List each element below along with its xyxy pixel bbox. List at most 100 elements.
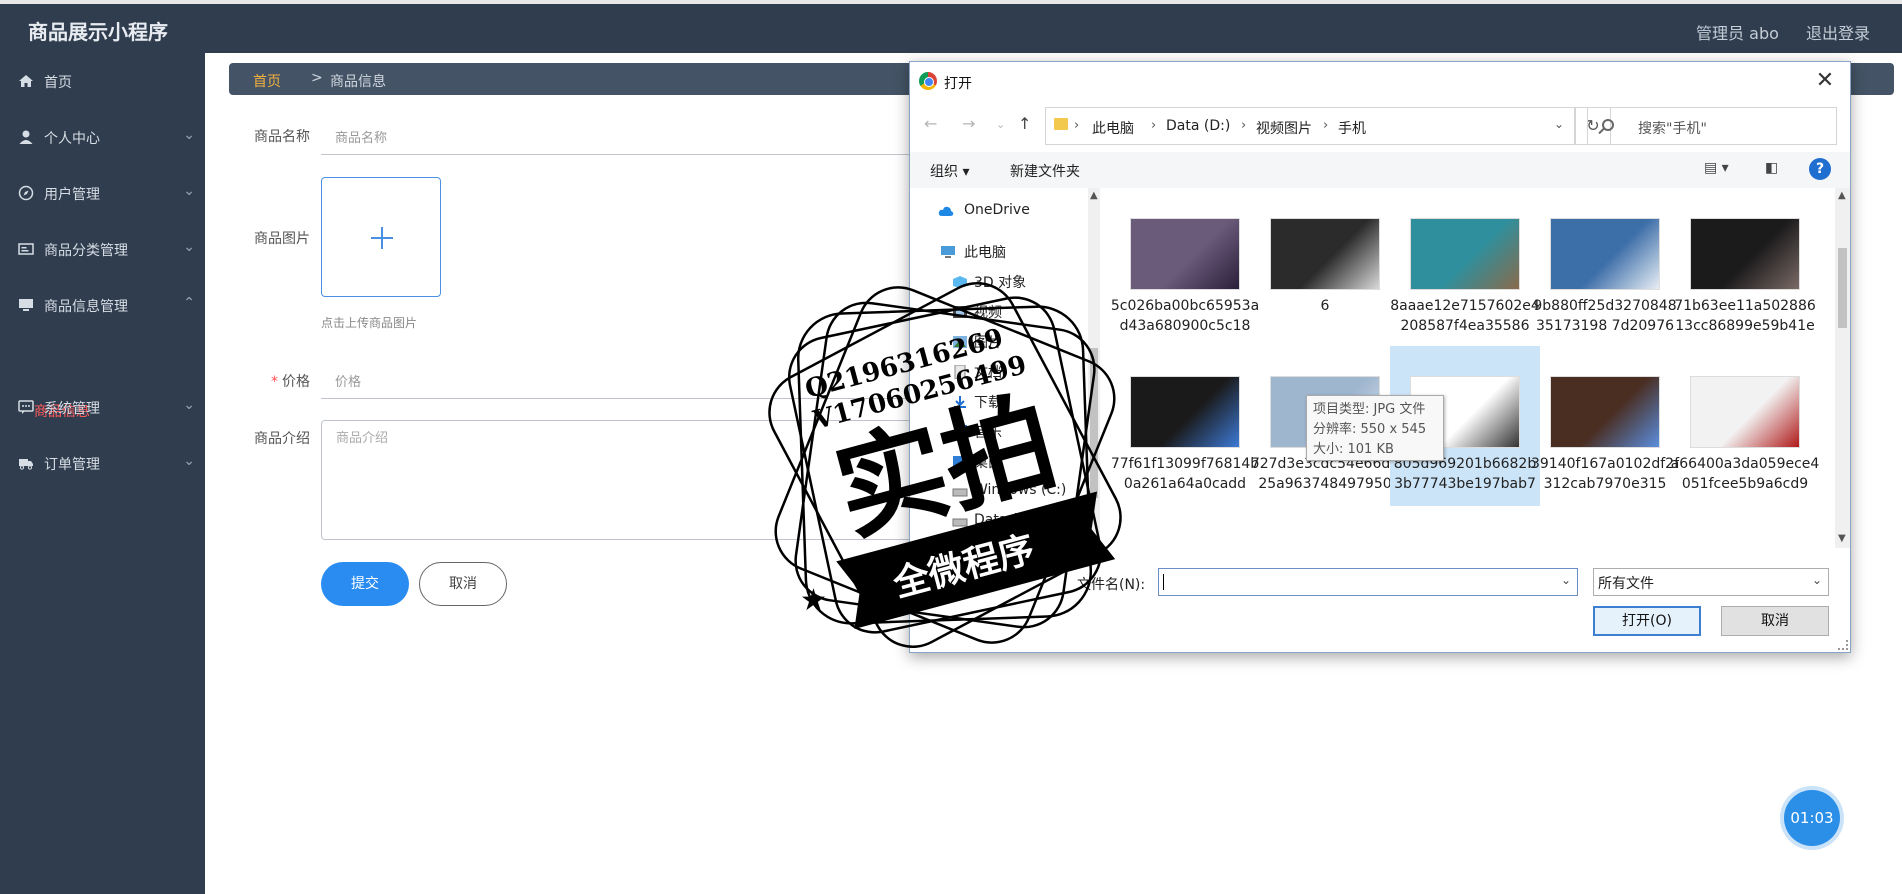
image-upload-box[interactable] [321, 177, 441, 297]
sidebar-item-orders[interactable]: 订单管理 ⌄ [0, 443, 205, 483]
file-tile[interactable]: 39140f167a0102df2f312cab7970e315 [1530, 346, 1680, 506]
file-tile[interactable]: a66400a3da059ece4051fcee5b9a6cd9 [1670, 346, 1820, 506]
back-arrow-icon[interactable]: ← [924, 114, 937, 133]
timer-badge[interactable]: 01:03 [1784, 790, 1840, 846]
nav-item-drive-c[interactable]: Windows (C:) [974, 482, 1066, 498]
logout-link[interactable]: 退出登录 [1806, 24, 1870, 43]
breadcrumb-home-link[interactable]: 首页 [253, 71, 281, 91]
sidebar-item-label: 订单管理 [44, 457, 100, 473]
chevron-down-icon[interactable]: ⌄ [1812, 573, 1822, 587]
file-tile[interactable]: 9b880ff25d327084835173198 7d20976 [1530, 188, 1680, 348]
search-placeholder: 搜索"手机" [1638, 121, 1707, 137]
address-segment[interactable]: 视频图片 [1256, 118, 1312, 138]
id-card-icon [18, 243, 34, 255]
file-thumbnail [1270, 218, 1380, 290]
file-thumbnail [1410, 218, 1520, 290]
dialog-title: 打开 [944, 76, 972, 92]
file-name: 5c026ba00bc65953ad43a680900c5c18 [1110, 298, 1260, 334]
scroll-up-icon[interactable]: ▲ [1838, 190, 1846, 201]
file-tile[interactable]: 6 [1250, 188, 1400, 348]
nav-pane-scrollbar[interactable]: ▲ [1088, 188, 1100, 548]
scroll-thumb[interactable] [1838, 248, 1847, 328]
file-name: a66400a3da059ece4051fcee5b9a6cd9 [1670, 456, 1820, 492]
dialog-titlebar[interactable]: 打开 ✕ [910, 62, 1850, 102]
open-button[interactable]: 打开(O) [1593, 606, 1701, 636]
user-icon [19, 130, 33, 144]
file-tile[interactable]: 71b63ee11a50288613cc86899e59b41e [1670, 188, 1820, 348]
sidebar-item-users[interactable]: 用户管理 ⌄ [0, 173, 205, 213]
filetype-select[interactable]: 所有文件 ⌄ [1593, 568, 1829, 596]
chevron-down-icon[interactable]: ⌄ [1561, 573, 1571, 587]
nav-item-onedrive[interactable]: OneDrive [964, 202, 1030, 218]
image-label: 商品图片 [254, 231, 310, 247]
sidebar-item-profile[interactable]: 个人中心 ⌄ [0, 117, 205, 157]
address-segment[interactable]: 手机 [1338, 118, 1366, 138]
recent-dropdown-icon[interactable]: ⌄ [996, 118, 1005, 131]
folder-icon [1054, 118, 1068, 130]
submit-button[interactable]: 提交 [321, 562, 409, 606]
nav-item-this-pc[interactable]: 此电脑 [964, 242, 1006, 262]
nav-item-desktop[interactable]: 桌面 [974, 452, 1002, 472]
cancel-button[interactable]: 取消 [419, 562, 507, 606]
organize-button[interactable]: 组织 ▾ [930, 161, 969, 181]
address-bar[interactable]: › 此电脑 › Data (D:) › 视频图片 › 手机 ⌄ [1045, 107, 1575, 145]
chevron-down-icon[interactable]: ⌄ [1554, 117, 1564, 131]
admin-label[interactable]: 管理员 abo [1696, 24, 1779, 43]
desc-label: 商品介绍 [254, 431, 310, 447]
close-icon[interactable]: ✕ [1810, 66, 1840, 96]
sidebar-item-home[interactable]: 首页 [0, 61, 205, 101]
nav-item-videos[interactable]: 视频 [974, 302, 1002, 322]
file-name: 9b880ff25d327084835173198 7d20976 [1533, 298, 1677, 334]
address-segment[interactable]: 此电脑 [1092, 118, 1134, 138]
scroll-up-icon[interactable]: ▲ [1090, 190, 1098, 201]
resize-grip[interactable] [1838, 640, 1848, 650]
view-options-icon[interactable]: ▤ ▾ [1704, 160, 1729, 176]
file-thumbnail [1130, 218, 1240, 290]
chevron-down-icon: ⌄ [183, 127, 195, 143]
nav-item-music[interactable]: 音乐 [974, 422, 1002, 442]
picture-icon [953, 336, 967, 348]
file-tile[interactable]: 8aaae12e7157602e4208587f4ea35586 [1390, 188, 1540, 348]
dialog-cancel-button[interactable]: 取消 [1721, 606, 1829, 636]
file-name: 39140f167a0102df2f312cab7970e315 [1530, 456, 1680, 492]
file-tile[interactable]: 5c026ba00bc65953ad43a680900c5c18 [1110, 188, 1260, 348]
search-input[interactable]: 搜索"手机" [1587, 107, 1837, 145]
nav-item-downloads[interactable]: 下载 [974, 392, 1002, 412]
chevron-down-icon: ⌄ [183, 183, 195, 199]
chrome-icon [919, 72, 937, 90]
forward-arrow-icon[interactable]: → [962, 114, 975, 133]
sidebar-item-label: 首页 [44, 75, 72, 91]
file-name: 71b63ee11a50288613cc86899e59b41e [1674, 298, 1816, 334]
nav-item-pictures[interactable]: 图片 [974, 332, 1002, 352]
scroll-down-icon[interactable]: ▼ [1838, 533, 1846, 544]
sidebar-item-category[interactable]: 商品分类管理 ⌄ [0, 229, 205, 269]
document-icon [954, 365, 966, 379]
sidebar-item-label: 商品分类管理 [44, 243, 128, 259]
chevron-down-icon: ⌄ [183, 453, 195, 469]
file-thumbnail [1550, 376, 1660, 448]
nav-item-3d[interactable]: 3D 对象 [974, 272, 1026, 292]
file-tile[interactable]: 77f61f13099f76814b0a261a64a0cadd [1110, 346, 1260, 506]
nav-item-documents[interactable]: 文档 [974, 362, 1002, 382]
file-name: 6 [1320, 298, 1330, 314]
sidebar-item-label: 个人中心 [44, 131, 100, 147]
file-thumbnail [1690, 376, 1800, 448]
up-arrow-icon[interactable]: ↑ [1018, 114, 1031, 133]
file-grid-scrollbar[interactable]: ▲ ▼ [1835, 188, 1850, 548]
file-tooltip: 项目类型: JPG 文件 分辨率: 550 x 545 大小: 101 KB [1306, 395, 1444, 461]
scroll-thumb[interactable] [1090, 348, 1098, 498]
filename-input[interactable]: ⌄ [1158, 568, 1578, 596]
nav-item-drive-d[interactable]: Data (D:) [974, 512, 1038, 528]
sidebar-item-system[interactable]: 系统管理 ⌄ [0, 387, 205, 427]
chevron-down-icon: ⌄ [183, 397, 195, 413]
truck-icon [19, 459, 33, 470]
required-mark: * [271, 374, 278, 390]
cube-icon [953, 276, 967, 288]
address-segment[interactable]: Data (D:) [1166, 118, 1230, 134]
compass-icon [18, 185, 34, 201]
sidebar-item-goods[interactable]: 商品信息管理 ⌃ [0, 285, 205, 325]
preview-pane-icon[interactable]: ◧ [1765, 160, 1778, 176]
chat-icon [18, 400, 34, 414]
new-folder-button[interactable]: 新建文件夹 [1010, 161, 1080, 181]
help-icon[interactable]: ? [1809, 158, 1831, 180]
